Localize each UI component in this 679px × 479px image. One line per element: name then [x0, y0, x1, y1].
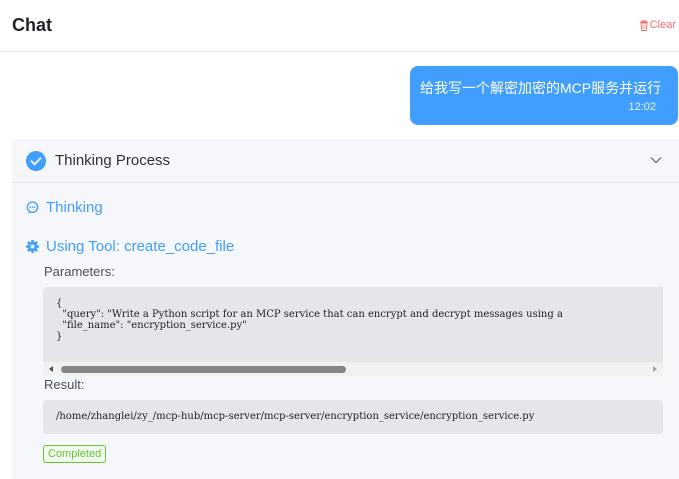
result-block: /home/zhanglei/zy_/mcp-hub/mcp-server/mc… [43, 400, 663, 434]
status-badge: Completed [43, 445, 107, 463]
message-timestamp: 12:02 [628, 101, 656, 113]
tool-step[interactable]: Using Tool: create_code_file [26, 238, 234, 255]
clear-label: Clear [649, 19, 676, 31]
chat-header: Chat Clear [0, 0, 679, 52]
thinking-process-title: Thinking Process [55, 152, 171, 169]
check-circle-icon [26, 151, 46, 171]
clear-button[interactable]: Clear [639, 19, 676, 31]
page-title: Chat [12, 15, 52, 35]
result-label: Result: [44, 377, 85, 392]
chat-bubble-icon [26, 201, 39, 214]
thinking-process-header[interactable]: Thinking Process [12, 139, 679, 183]
result-text: /home/zhanglei/zy_/mcp-hub/mcp-server/mc… [56, 411, 535, 422]
scroll-left-arrow-icon[interactable] [49, 366, 53, 372]
parameters-code: { "query": "Write a Python script for an… [56, 298, 563, 342]
chevron-down-icon[interactable] [650, 156, 662, 164]
thinking-process-panel: Thinking Process Thinking Using Tool: cr [12, 139, 679, 479]
user-message-text: 给我写一个解密加密的MCP服务并运行 [420, 80, 662, 96]
thinking-step[interactable]: Thinking [26, 199, 103, 216]
user-message-bubble: 给我写一个解密加密的MCP服务并运行 12:02 [410, 66, 678, 125]
horizontal-scrollbar[interactable] [43, 362, 663, 376]
tool-step-label: Using Tool: create_code_file [46, 238, 235, 255]
scrollbar-thumb[interactable] [61, 366, 346, 373]
trash-icon [639, 19, 648, 31]
parameters-label: Parameters: [44, 264, 115, 279]
gear-icon [26, 240, 39, 253]
scroll-right-arrow-icon[interactable] [653, 366, 657, 372]
thinking-step-label: Thinking [46, 199, 103, 216]
